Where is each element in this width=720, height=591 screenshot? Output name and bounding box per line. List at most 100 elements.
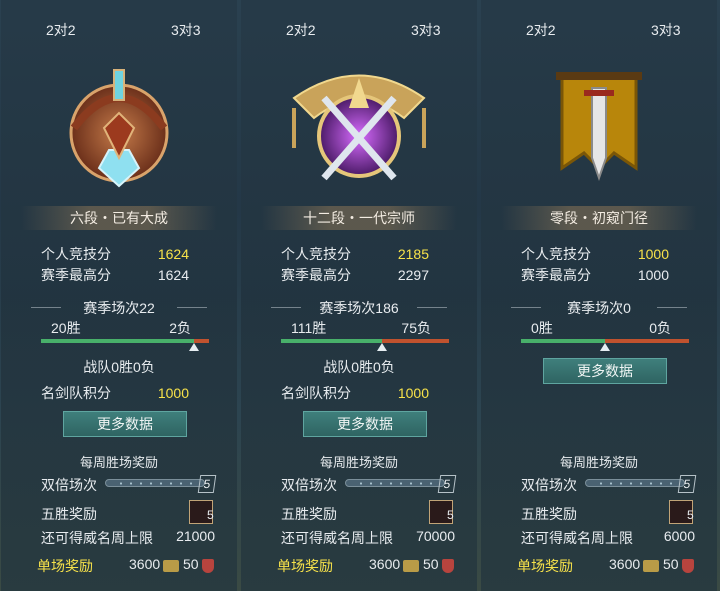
- win-fill: [521, 339, 605, 343]
- more-data-button[interactable]: 更多数据: [303, 411, 427, 437]
- weekly-cap-value: 6000: [663, 528, 695, 544]
- tab-2v2[interactable]: 2对2: [526, 20, 556, 40]
- wins: 111胜: [291, 320, 327, 336]
- win-loss-bar: [281, 339, 449, 351]
- rank-title: 零段・初窥门径: [501, 206, 697, 230]
- ratio-marker-icon: [600, 343, 610, 351]
- arena-score-row: 个人竞技分 1000: [521, 244, 681, 264]
- win-loss-record: 111胜 75负: [291, 318, 431, 336]
- weekly-cap-row: 还可得威名周上限 70000: [281, 528, 461, 548]
- more-data-button[interactable]: 更多数据: [63, 411, 187, 437]
- weekly-wins-reward-title: 每周胜场奖励: [559, 455, 638, 470]
- arena-score-label: 个人竞技分: [281, 246, 351, 262]
- mode-tabs: 2对2 3对3: [481, 20, 717, 42]
- season-high-value: 2297: [397, 267, 429, 283]
- five-wins-row: 五胜奖励 5: [41, 500, 221, 526]
- team-score-label: 名剑队积分: [41, 385, 111, 401]
- coin-reward-value: 3600: [129, 556, 161, 572]
- double-matches-label: 双倍场次: [281, 477, 337, 493]
- arena-score-value: 2185: [397, 246, 429, 262]
- token-reward-value: 50: [663, 556, 679, 572]
- mode-tabs: 2对2 3对3: [241, 20, 477, 42]
- season-high-row: 赛季最高分 1000: [521, 265, 681, 285]
- coin-reward-value: 3600: [369, 556, 401, 572]
- season-matches: 赛季场次0: [481, 298, 717, 318]
- losses: 0负: [649, 320, 671, 336]
- five-wins-count: 5: [687, 508, 694, 522]
- wins: 20胜: [51, 320, 81, 336]
- tab-3v3[interactable]: 3对3: [411, 20, 441, 40]
- five-wins-row: 五胜奖励 5: [281, 500, 461, 526]
- five-wins-count: 5: [447, 508, 454, 522]
- arena-score-row: 个人竞技分 2185: [281, 244, 441, 264]
- team-score-value: 1000: [397, 385, 429, 401]
- double-matches-row: 双倍场次 5: [281, 475, 461, 495]
- token-reward-value: 50: [423, 556, 439, 572]
- more-data-button[interactable]: 更多数据: [543, 358, 667, 384]
- season-high-value: 1624: [157, 267, 189, 283]
- season-high-label: 赛季最高分: [281, 267, 351, 283]
- team-record: 战队0胜0负: [323, 359, 395, 375]
- win-loss-bar: [521, 339, 689, 351]
- weekly-cap-row: 还可得威名周上限 21000: [41, 528, 221, 548]
- tab-2v2[interactable]: 2对2: [286, 20, 316, 40]
- arena-score-label: 个人竞技分: [41, 246, 111, 262]
- losses: 2负: [169, 320, 191, 336]
- losses: 75负: [401, 320, 431, 336]
- wins: 0胜: [531, 320, 553, 336]
- rank-title: 六段・已有大成: [21, 206, 217, 230]
- five-wins-label: 五胜奖励: [41, 506, 97, 522]
- arena-panel-six-dan: 2对2 3对3 六段・已有大成 个人竞技分 1624 赛季最高分 1624 赛季…: [1, 0, 237, 591]
- weekly-wins-reward-title: 每周胜场奖励: [79, 455, 158, 470]
- win-fill: [281, 339, 382, 343]
- ratio-marker-icon: [376, 343, 387, 351]
- tab-3v3[interactable]: 3对3: [651, 20, 681, 40]
- team-score-label: 名剑队积分: [281, 385, 351, 401]
- single-reward-row: 单场奖励 3600 50: [37, 556, 223, 576]
- double-matches-label: 双倍场次: [41, 477, 97, 493]
- shield-token-icon: [202, 559, 214, 573]
- double-matches-bar: [585, 479, 685, 487]
- season-high-label: 赛季最高分: [521, 267, 591, 283]
- coin-icon: [643, 560, 659, 572]
- weekly-cap-value: 21000: [176, 528, 215, 544]
- rank-emblem-icon: [69, 69, 169, 188]
- five-wins-count: 5: [207, 508, 214, 522]
- double-matches-row: 双倍场次 5: [41, 475, 221, 495]
- rank-emblem-icon: [292, 74, 426, 181]
- single-reward-row: 单场奖励 3600 50: [277, 556, 463, 576]
- team-score-value: 1000: [157, 385, 189, 401]
- five-wins-label: 五胜奖励: [521, 506, 577, 522]
- shield-token-icon: [682, 559, 694, 573]
- win-loss-record: 0胜 0负: [531, 318, 671, 336]
- ratio-marker-icon: [188, 343, 199, 351]
- single-reward-label: 单场奖励: [37, 558, 93, 574]
- team-score-row: 名剑队积分 1000: [281, 383, 441, 403]
- arena-panel-twelve-dan: 2对2 3对3 十二段・一代宗师 个人竞技分 2185 赛季最高分 2297 赛…: [241, 0, 477, 591]
- weekly-cap-label: 还可得威名周上限: [41, 530, 153, 546]
- double-matches-bar: [345, 479, 445, 487]
- single-reward-row: 单场奖励 3600 50: [517, 556, 703, 576]
- rank-emblem-icon: [556, 72, 642, 182]
- arena-score-label: 个人竞技分: [521, 246, 591, 262]
- double-matches-count: 5: [677, 475, 697, 493]
- season-matches: 赛季场次22: [1, 298, 237, 318]
- win-loss-bar: [41, 339, 209, 351]
- weekly-cap-row: 还可得威名周上限 6000: [521, 528, 701, 548]
- rank-title: 十二段・一代宗师: [261, 206, 457, 230]
- five-wins-label: 五胜奖励: [281, 506, 337, 522]
- arena-score-value: 1624: [157, 246, 189, 262]
- double-matches-bar: [105, 479, 205, 487]
- tab-3v3[interactable]: 3对3: [171, 20, 201, 40]
- mode-tabs: 2对2 3对3: [1, 20, 237, 42]
- double-matches-count: 5: [437, 475, 457, 493]
- arena-panel-zero-dan: 2对2 3对3 零段・初窥门径 个人竞技分 1000 赛季最高分 1000 赛季…: [481, 0, 717, 591]
- tab-2v2[interactable]: 2对2: [46, 20, 76, 40]
- weekly-cap-label: 还可得威名周上限: [521, 530, 633, 546]
- season-matches: 赛季场次186: [241, 298, 477, 318]
- double-matches-count: 5: [197, 475, 217, 493]
- season-high-label: 赛季最高分: [41, 267, 111, 283]
- season-high-row: 赛季最高分 2297: [281, 265, 441, 285]
- season-high-value: 1000: [637, 267, 669, 283]
- double-matches-label: 双倍场次: [521, 477, 577, 493]
